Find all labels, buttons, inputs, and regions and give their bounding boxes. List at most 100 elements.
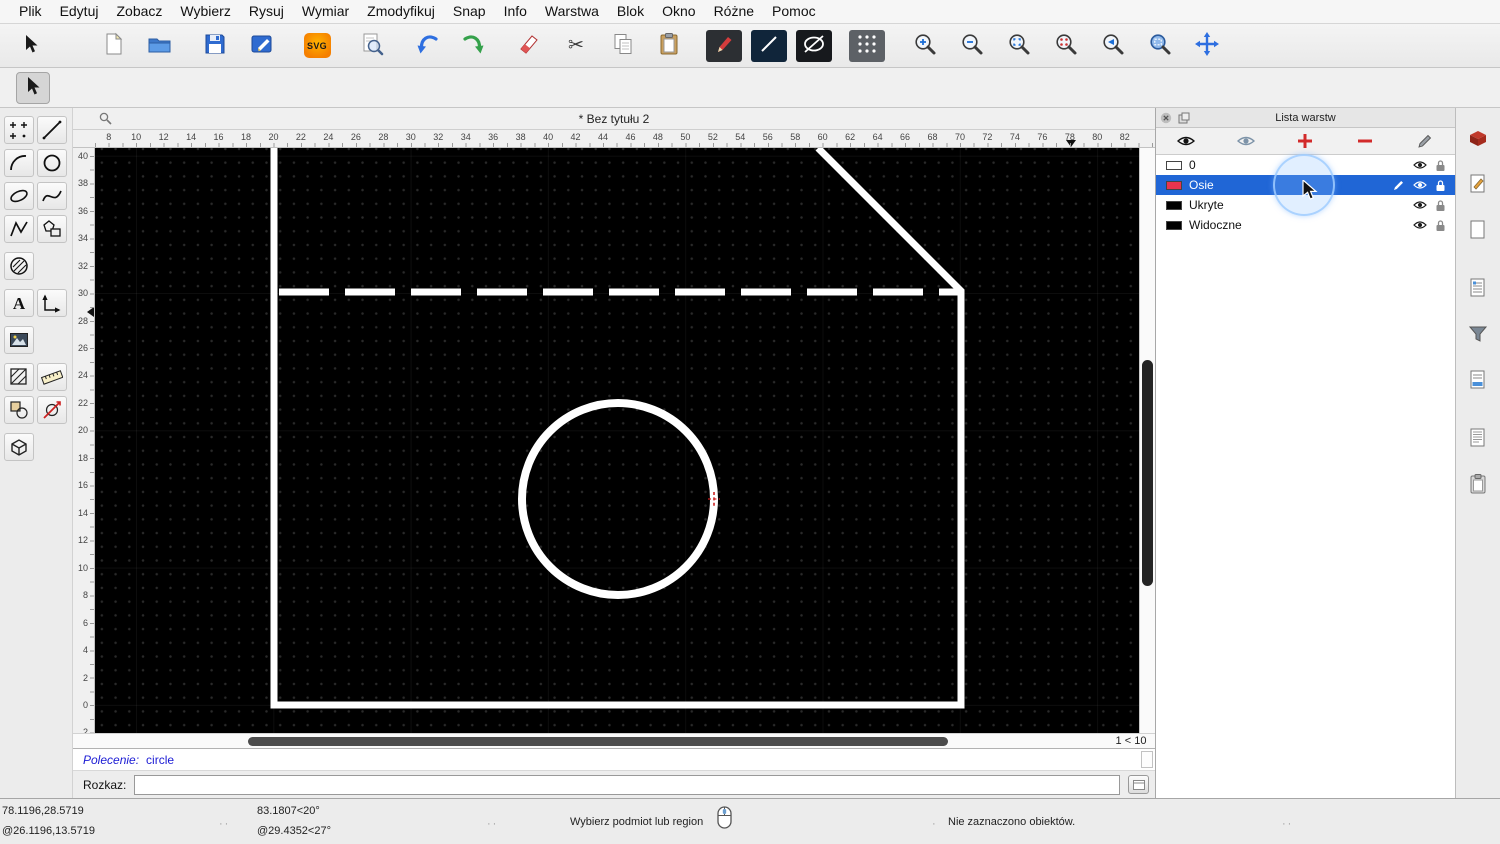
filter-dock-button[interactable] [1461,317,1495,351]
grid-toggle-button[interactable] [849,29,885,62]
open-file-button[interactable] [141,29,179,63]
menu-item-blok[interactable]: Blok [608,0,653,23]
float-panel-icon[interactable] [1178,112,1190,127]
layer-lock-icon[interactable] [1430,179,1451,192]
print-preview-button[interactable] [353,29,391,63]
layer-visibility-icon[interactable] [1409,180,1430,190]
toggle-all-visibility-button[interactable] [1156,128,1216,154]
new-file-button[interactable] [94,29,132,63]
layer-row-osie[interactable]: Osie [1156,175,1455,195]
zoom-pan-button[interactable] [1188,29,1226,63]
vertical-scrollbar-thumb[interactable] [1142,360,1153,586]
ruler-number: 18 [77,452,88,463]
remove-layer-button[interactable] [1335,128,1395,154]
dimensions-dock-button[interactable] [1461,363,1495,397]
cut-button[interactable]: ✂ [557,29,595,63]
active-select-tool-button[interactable] [16,71,50,104]
menu-item-plik[interactable]: Plik [10,0,51,23]
drawing-canvas[interactable] [95,148,1139,733]
menu-item-snap[interactable]: Snap [444,0,495,23]
zoom-auto-button[interactable] [1000,29,1038,63]
modify-tool-button[interactable] [4,396,34,424]
delete-button[interactable] [510,29,548,63]
hatch-circle-tool-button[interactable] [4,252,34,280]
ruler-number: 4 [82,645,88,656]
text-tool-button[interactable]: A [4,289,34,317]
zoom-redraw-button[interactable] [1047,29,1085,63]
zoom-out-button[interactable] [953,29,991,63]
menu-item-pomoc[interactable]: Pomoc [763,0,825,23]
zoom-window-button[interactable] [1141,29,1179,63]
menu-item-rysuj[interactable]: Rysuj [240,0,293,23]
export-svg-button[interactable]: SVG [298,29,336,63]
ruler-number: 40 [77,150,88,161]
document-page-dock-button[interactable] [1461,213,1495,247]
ellipses-tool-button[interactable] [4,182,34,210]
command-dock-detach-button[interactable] [1128,775,1149,794]
menu-item-wymiar[interactable]: Wymiar [293,0,358,23]
zoom-in-button[interactable] [906,29,944,63]
measure-tool-button[interactable] [37,363,67,391]
add-layer-button[interactable] [1276,128,1336,154]
edit-layer-button[interactable] [1395,128,1455,154]
horizontal-scrollbar-thumb[interactable] [248,737,948,746]
vertical-scrollbar[interactable] [1139,148,1155,733]
toggle-construction-visibility-button[interactable] [1216,128,1276,154]
shapes-tool-button[interactable] [37,215,67,243]
menu-item-okno[interactable]: Okno [653,0,704,23]
layer-row-widoczne[interactable]: Widoczne [1156,215,1455,235]
layer-lock-icon[interactable] [1430,199,1451,212]
arcs-tool-button[interactable] [4,149,34,177]
clipboard-dock-button[interactable] [1461,467,1495,501]
layer-visibility-icon[interactable] [1409,200,1430,210]
lines-tool-button[interactable] [37,116,67,144]
3d-box-tool-button[interactable] [4,433,34,461]
layer-row-0[interactable]: 0 [1156,155,1455,175]
menu-item-edytuj[interactable]: Edytuj [51,0,108,23]
line-attributes-button[interactable] [751,29,787,62]
zoom-previous-button[interactable] [1094,29,1132,63]
circles-tool-button[interactable] [37,149,67,177]
status-hint: Wybierz podmiot lub region [570,816,704,828]
layer-visibility-icon[interactable] [1409,220,1430,230]
menu-item-zmodyfikuj[interactable]: Zmodyfikuj [358,0,444,23]
ruler-number: 14 [77,507,88,518]
dimensions-tool-button[interactable] [37,289,67,317]
ellipse-attributes-button[interactable] [796,29,832,62]
layer-visibility-icon[interactable] [1409,160,1430,170]
copy-button[interactable] [604,29,642,63]
points-tool-button[interactable] [4,116,34,144]
drawing-outline[interactable] [270,148,965,709]
menu-item-warstwa[interactable]: Warstwa [536,0,608,23]
layer-row-ukryte[interactable]: Ukryte [1156,195,1455,215]
block-list-dock-button[interactable] [1461,121,1495,155]
select-arrow-button[interactable] [12,29,50,63]
layer-list-dock-button[interactable] [1461,271,1495,305]
pen-attributes-button[interactable] [706,29,742,62]
undo-button[interactable] [408,29,446,63]
menu-item-wybierz[interactable]: Wybierz [171,0,239,23]
redo-button[interactable] [455,29,493,63]
close-icon[interactable] [1160,112,1172,127]
command-input[interactable] [134,774,1120,795]
menu-item-info[interactable]: Info [495,0,536,23]
horizontal-scrollbar[interactable] [95,734,1107,748]
menu-item-różne[interactable]: Różne [705,0,763,23]
command-history-dock-button[interactable] [1461,421,1495,455]
circle-entity[interactable] [518,399,718,599]
layer-edit-pencil-icon[interactable] [1388,179,1409,191]
layer-lock-icon[interactable] [1430,159,1451,172]
ruler-number: 34 [77,233,88,244]
explode-tool-button[interactable] [37,396,67,424]
polylines-tool-button[interactable] [4,215,34,243]
splines-tool-button[interactable] [37,182,67,210]
save-file-button[interactable] [196,29,234,63]
hatch-tool-button[interactable] [4,363,34,391]
image-tool-button[interactable] [4,326,34,354]
command-history-scrollbar[interactable] [1141,751,1153,768]
menu-item-zobacz[interactable]: Zobacz [107,0,171,23]
paste-button[interactable] [651,29,689,63]
edit-drawing-button[interactable] [243,29,281,63]
layer-lock-icon[interactable] [1430,219,1451,232]
library-browser-dock-button[interactable] [1461,167,1495,201]
